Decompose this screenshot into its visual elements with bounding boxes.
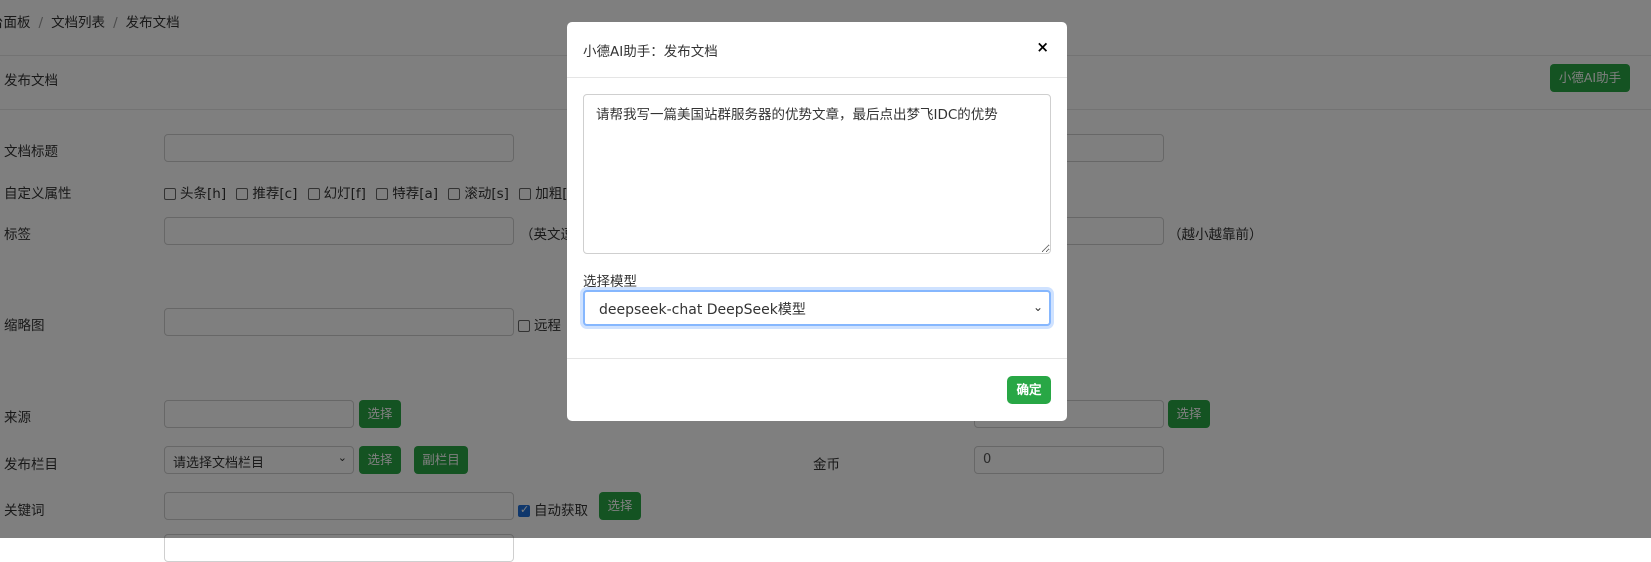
model-select-value: deepseek-chat DeepSeek模型 — [599, 302, 806, 318]
model-label: 选择模型 — [583, 274, 637, 290]
close-icon[interactable]: × — [1036, 38, 1049, 56]
modal-footer-divider — [567, 358, 1067, 359]
modal-title: 小德AI助手：发布文档 — [583, 44, 718, 60]
prompt-textarea[interactable]: 请帮我写一篇美国站群服务器的优势文章，最后点出梦飞IDC的优势 — [583, 94, 1051, 254]
modal-header-divider — [567, 77, 1067, 78]
publish-document-page: 台面板/文档列表/发布文档 发布文档 小德AI助手 文档标题 自定义属性 头条[… — [0, 0, 1651, 562]
confirm-button[interactable]: 确定 — [1007, 376, 1051, 404]
chevron-down-icon: ⌄ — [1032, 300, 1043, 314]
ai-assistant-modal: 小德AI助手：发布文档 × 请帮我写一篇美国站群服务器的优势文章，最后点出梦飞I… — [567, 22, 1067, 421]
next-row-input[interactable] — [164, 534, 514, 562]
model-select[interactable]: deepseek-chat DeepSeek模型 ⌄ — [583, 290, 1051, 326]
